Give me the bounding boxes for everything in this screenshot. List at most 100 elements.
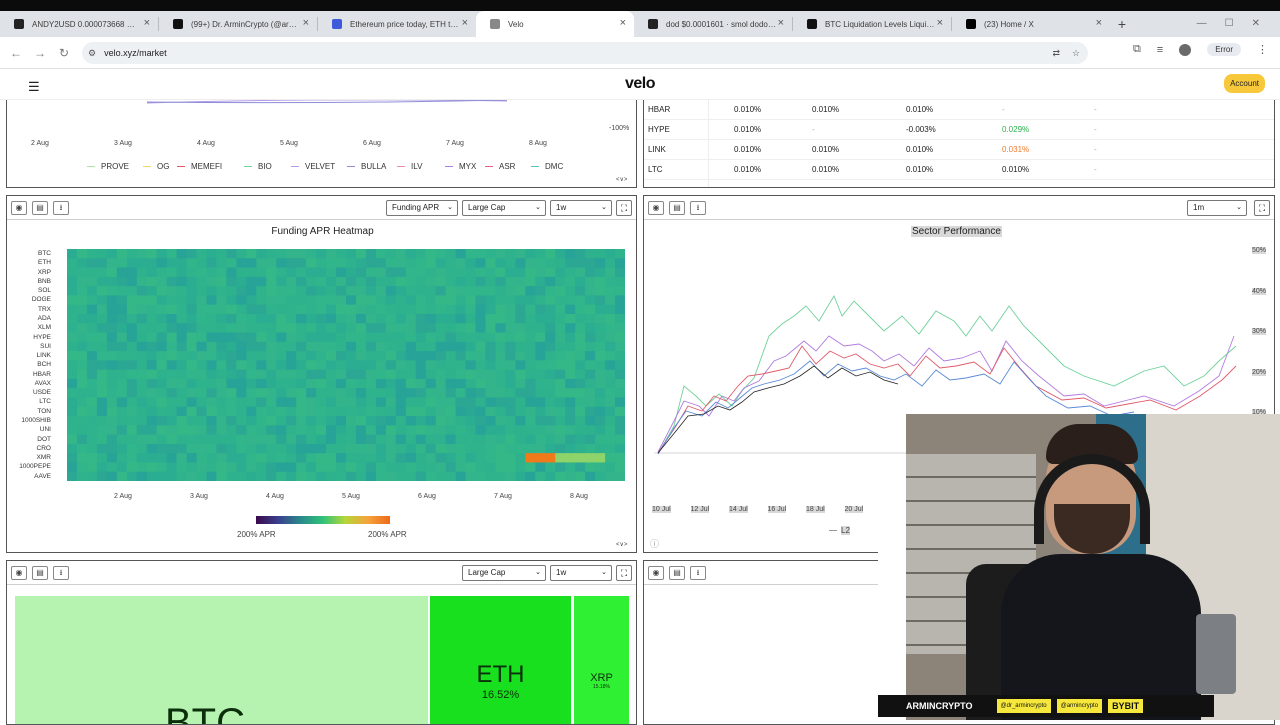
minimize-icon[interactable]: —: [1197, 11, 1207, 37]
legend-item[interactable]: BULLA: [347, 162, 386, 171]
fullscreen-icon[interactable]: ⛶: [1254, 200, 1270, 216]
heatmap-cell: [485, 276, 496, 287]
heatmap-cell: [236, 462, 247, 473]
extensions-icon[interactable]: ⧉: [1133, 43, 1141, 56]
legend-item[interactable]: VELVET: [291, 162, 335, 171]
legend-item[interactable]: DMC: [531, 162, 563, 171]
download-icon[interactable]: ⭳: [53, 201, 69, 215]
translate-icon[interactable]: ⇄: [1052, 48, 1060, 59]
heatmap-cell: [86, 378, 98, 389]
heatmap-cell: [246, 286, 257, 296]
browser-tab[interactable]: dod $0.0001601 · smol dodo / … ×: [634, 11, 792, 37]
legend-item[interactable]: OG: [143, 162, 169, 171]
fullscreen-icon[interactable]: ⛶: [616, 565, 632, 581]
site-info-icon[interactable]: ⚙: [88, 48, 96, 59]
heatmap-cell: [525, 369, 536, 380]
clipboard-icon[interactable]: ▤: [32, 201, 48, 215]
camera-icon[interactable]: ◉: [11, 566, 27, 580]
legend-item[interactable]: BIO: [244, 162, 272, 171]
clipboard-icon[interactable]: ▤: [669, 566, 685, 580]
browser-tab[interactable]: ANDY2USD 0.000073668 ▲ +4.…×: [0, 11, 158, 37]
browser-tab[interactable]: (99+) Dr. ArminCrypto (@armin… ×: [159, 11, 317, 37]
sector-range-select[interactable]: 1m ⌄: [1187, 200, 1247, 216]
download-icon[interactable]: ⭳: [690, 201, 706, 215]
browser-tab[interactable]: Ethereum price today, ETH to U… ×: [318, 11, 476, 37]
browser-tab[interactable]: Velo ×: [476, 11, 634, 37]
close-tab-icon[interactable]: ×: [778, 17, 784, 29]
bookmark-star-icon[interactable]: ☆: [1072, 48, 1080, 59]
heatmap-cell: [405, 462, 417, 473]
profile-avatar-icon[interactable]: [1179, 43, 1192, 56]
menu-dots-icon[interactable]: ⋮: [1257, 43, 1268, 56]
camera-icon[interactable]: ◉: [11, 201, 27, 215]
fullscreen-icon[interactable]: ⛶: [616, 200, 632, 216]
close-tab-icon[interactable]: ×: [1096, 17, 1102, 29]
close-tab-icon[interactable]: ×: [303, 17, 309, 29]
heatmap-cell: [236, 267, 247, 278]
camera-icon[interactable]: ◉: [648, 566, 664, 580]
error-badge[interactable]: Error: [1207, 43, 1241, 56]
top-pager[interactable]: <∨>: [616, 176, 627, 183]
heatmap-cell: [276, 258, 287, 269]
reload-icon[interactable]: ↻: [52, 46, 76, 60]
legend-item[interactable]: MYX: [445, 162, 476, 171]
heatmap-cell: [485, 351, 496, 361]
metric-select[interactable]: Funding APR ⌄: [386, 200, 458, 216]
heatmap-cell: [296, 453, 307, 463]
heatmap-cell: [435, 351, 447, 361]
account-button[interactable]: Account: [1224, 74, 1265, 93]
browser-tab[interactable]: BTC Liquidation Levels Liquidati…×: [793, 11, 951, 37]
legend-label: PROVE: [101, 162, 130, 171]
heatmap-cell: [166, 378, 178, 389]
clipboard-icon[interactable]: ▤: [669, 201, 685, 215]
legend-item[interactable]: MEMEFI: [177, 162, 222, 171]
url-input[interactable]: ⚙ velo.xyz/market ⇄ ☆: [82, 42, 1088, 64]
maximize-icon[interactable]: ☐: [1225, 11, 1234, 37]
treemap-cap-select[interactable]: Large Cap ⌄: [462, 565, 546, 581]
camera-icon[interactable]: ◉: [648, 201, 664, 215]
range-select[interactable]: 1w ⌄: [550, 200, 612, 216]
heatmap-cell: [505, 304, 516, 315]
heatmap-cell: [266, 323, 277, 334]
heatmap-cell: [86, 267, 98, 278]
close-tab-icon[interactable]: ×: [462, 17, 468, 29]
legend-item[interactable]: PROVE: [87, 162, 129, 171]
heatmap-cell: [555, 332, 566, 343]
new-tab-button[interactable]: +: [1110, 16, 1134, 32]
heatmap-cell: [615, 360, 625, 371]
heatmap-cell: [575, 332, 586, 343]
clipboard-icon[interactable]: ▤: [32, 566, 48, 580]
treemap-cell-eth[interactable]: ETH 16.52%: [430, 596, 571, 724]
heatmap-cell: [375, 378, 387, 389]
legend-item[interactable]: ASR: [485, 162, 515, 171]
velo-logo[interactable]: velo: [0, 75, 1280, 93]
browser-tab[interactable]: (23) Home / X ×: [952, 11, 1110, 37]
heatmap-cell: [176, 351, 188, 361]
download-icon[interactable]: ⭳: [53, 566, 69, 580]
reading-list-icon[interactable]: ≡: [1157, 44, 1163, 56]
heatmap-cell: [166, 462, 178, 473]
heatmap-pager[interactable]: <∨>: [616, 541, 627, 548]
y-tick-label: ETH: [38, 259, 51, 267]
heatmap-cell: [196, 378, 207, 389]
treemap-range-select[interactable]: 1w ⌄: [550, 565, 612, 581]
close-tab-icon[interactable]: ×: [620, 17, 626, 29]
download-icon[interactable]: ⭳: [690, 566, 706, 580]
treemap-cell-btc[interactable]: BTC: [15, 596, 428, 724]
treemap-cell-xrp[interactable]: XRP 15.18%: [574, 596, 629, 724]
heatmap-cell: [505, 276, 516, 287]
forward-icon[interactable]: →: [28, 46, 52, 60]
legend-item[interactable]: ILV: [397, 162, 422, 171]
heatmap-cell: [355, 249, 367, 259]
y-tick-label: BCH: [37, 361, 51, 369]
info-icon[interactable]: ⓘ: [650, 537, 659, 550]
heatmap-cell: [605, 443, 616, 454]
back-icon[interactable]: ←: [4, 46, 28, 60]
heatmap-cell: [186, 249, 198, 259]
close-window-icon[interactable]: ✕: [1252, 11, 1260, 37]
cap-select[interactable]: Large Cap ⌄: [462, 200, 546, 216]
close-tab-icon[interactable]: ×: [144, 17, 150, 29]
close-tab-icon[interactable]: ×: [937, 17, 943, 29]
heatmap-cell: [326, 295, 337, 306]
sector-legend-item[interactable]: L2: [829, 526, 850, 535]
